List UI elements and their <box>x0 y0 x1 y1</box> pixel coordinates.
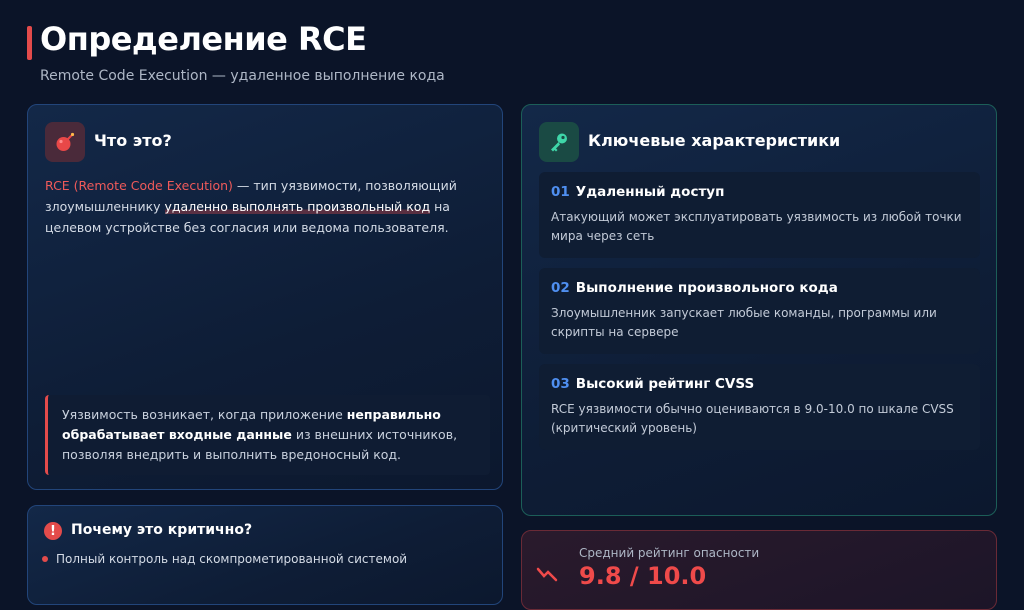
feature-item: 03 Высокий рейтинг CVSS RCE уязвимости об… <box>539 364 980 450</box>
definition-highlight: удаленно выполнять произвольный код <box>164 199 431 214</box>
cvss-value: 9.8 / 10.0 <box>579 562 707 590</box>
definition-term: RCE (Remote Code Execution) <box>45 178 233 193</box>
bomb-icon <box>45 122 85 162</box>
page-title: Определение RCE <box>40 20 367 58</box>
definition-text: RCE (Remote Code Execution) — тип уязвим… <box>45 175 490 238</box>
list-item: Полный контроль над скомпрометированной … <box>42 550 407 568</box>
cause-note: Уязвимость возникает, когда приложение н… <box>45 395 490 475</box>
feature-description: RCE уязвимости обычно оцениваются в 9.0-… <box>551 402 954 435</box>
title-accent-bar <box>27 26 32 60</box>
key-features-card: Ключевые характеристики 01 Удаленный дост… <box>521 104 997 516</box>
why-critical-list: Полный контроль над скомпрометированной … <box>42 550 407 568</box>
cvss-label: Средний рейтинг опасности <box>579 546 760 560</box>
cvss-rating-card: Средний рейтинг опасности 9.8 / 10.0 <box>521 530 997 610</box>
why-critical-card: ! Почему это критично? Полный контроль н… <box>27 505 503 605</box>
page-subtitle: Remote Code Execution — удаленное выполн… <box>40 68 445 84</box>
alert-icon: ! <box>44 522 62 540</box>
feature-description: Атакующий может эксплуатировать уязвимос… <box>551 210 962 243</box>
key-icon <box>539 122 579 162</box>
feature-number: 03 <box>551 376 570 392</box>
feature-item: 02 Выполнение произвольного кода Злоумышл… <box>539 268 980 354</box>
note-part-1: Уязвимость возникает, когда приложение <box>62 407 347 422</box>
what-is-heading: Что это? <box>94 131 172 150</box>
feature-number: 02 <box>551 280 570 296</box>
feature-title: Выполнение произвольного кода <box>575 280 838 296</box>
feature-description: Злоумышленник запускает любые команды, п… <box>551 306 937 339</box>
trend-icon <box>536 565 558 588</box>
feature-title: Высокий рейтинг CVSS <box>575 376 755 392</box>
feature-item: 01 Удаленный доступ Атакующий может экспл… <box>539 172 980 258</box>
key-features-heading: Ключевые характеристики <box>588 131 841 150</box>
feature-title: Удаленный доступ <box>575 184 725 200</box>
feature-number: 01 <box>551 184 570 200</box>
why-critical-heading: Почему это критично? <box>71 522 253 538</box>
what-is-card: Что это? RCE (Remote Code Execution) — т… <box>27 104 503 490</box>
